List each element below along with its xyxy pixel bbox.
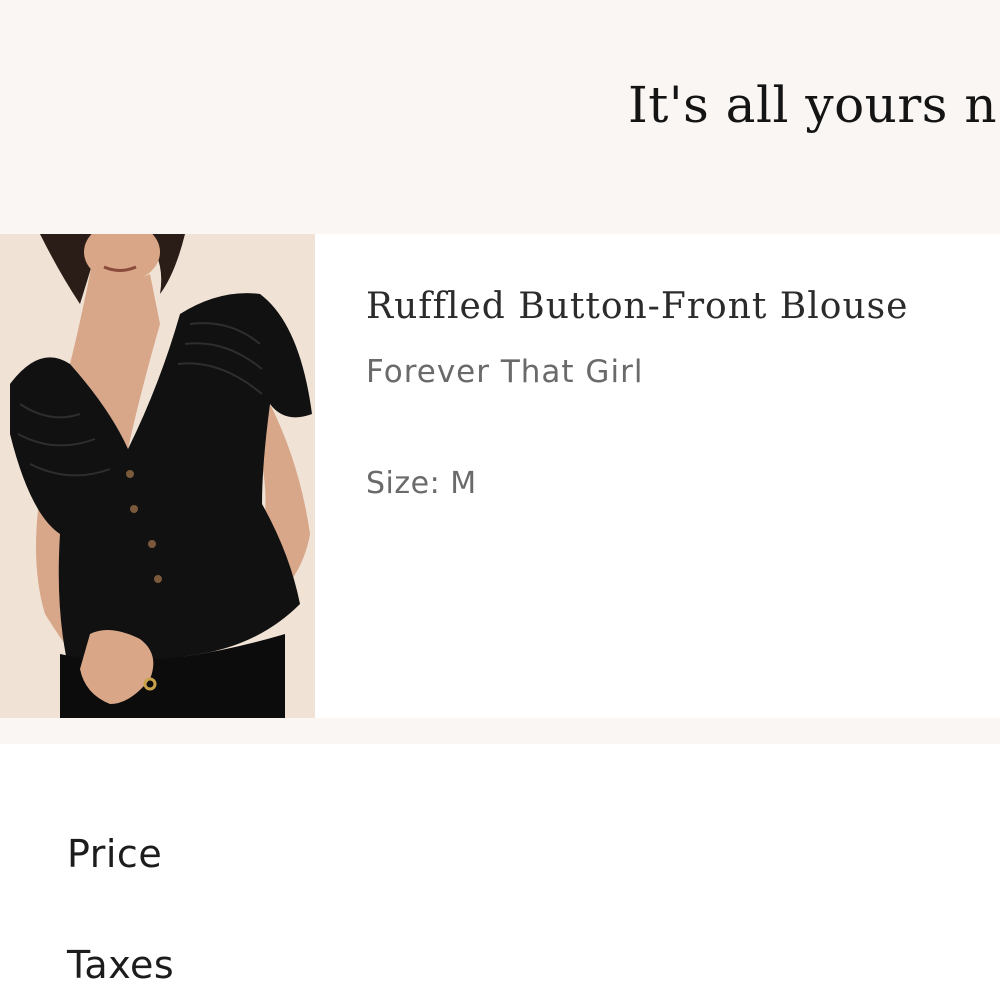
product-image[interactable]	[0, 234, 315, 718]
product-size: Size: M	[366, 466, 477, 501]
product-title[interactable]: Ruffled Button-Front Blouse	[366, 286, 908, 327]
price-label: Price	[67, 832, 163, 876]
taxes-label: Taxes	[67, 943, 175, 987]
confirmation-headline: It's all yours n	[628, 76, 998, 134]
product-photo-illustration	[0, 234, 315, 718]
confirmation-banner: It's all yours n	[0, 0, 1000, 234]
product-brand: Forever That Girl	[366, 354, 644, 390]
order-confirmation-page: It's all yours n Ruffled Button-Front Bl…	[0, 0, 1000, 1000]
ordered-item-card[interactable]: Ruffled Button-Front Blouse Forever That…	[0, 234, 1000, 718]
section-divider	[0, 718, 1000, 744]
